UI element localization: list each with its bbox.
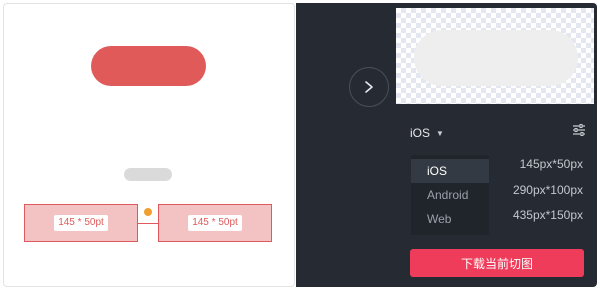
measure-box-left[interactable]: 145 * 50pt xyxy=(24,204,138,242)
caret-down-icon: ▼ xyxy=(436,128,444,138)
size-label-2x: 290px*100px xyxy=(512,183,583,197)
measure-box-right[interactable]: 145 * 50pt xyxy=(158,204,272,242)
measure-label-right: 145 * 50pt xyxy=(188,215,242,231)
platform-menu: iOS Android Web xyxy=(411,155,489,235)
design-canvas: 145 * 50pt 145 * 50pt xyxy=(3,3,295,287)
spacing-marker-dot xyxy=(144,208,152,216)
next-arrow-button[interactable] xyxy=(349,67,389,107)
platform-option-ios[interactable]: iOS xyxy=(411,159,489,183)
platform-option-android[interactable]: Android xyxy=(411,183,489,207)
red-pill-button-layer[interactable] xyxy=(91,46,206,86)
size-label-1x: 145px*50px xyxy=(519,157,583,171)
measure-connector-line xyxy=(138,223,158,224)
export-panel: iOS ▼ iOS Android Web 145px*50px 290px*1… xyxy=(296,3,597,287)
gray-pill-layer[interactable] xyxy=(124,168,172,181)
chevron-right-icon xyxy=(365,81,373,93)
download-slice-button[interactable]: 下载当前切图 xyxy=(410,249,584,277)
slice-preview xyxy=(396,8,594,104)
platform-dropdown[interactable]: iOS ▼ xyxy=(410,125,444,141)
size-label-3x: 435px*150px xyxy=(512,208,583,222)
preview-pill-shape xyxy=(414,30,578,86)
sliders-icon[interactable] xyxy=(572,123,586,137)
measure-label-left: 145 * 50pt xyxy=(54,215,108,231)
platform-option-web[interactable]: Web xyxy=(411,207,489,231)
platform-dropdown-label: iOS xyxy=(410,126,431,140)
